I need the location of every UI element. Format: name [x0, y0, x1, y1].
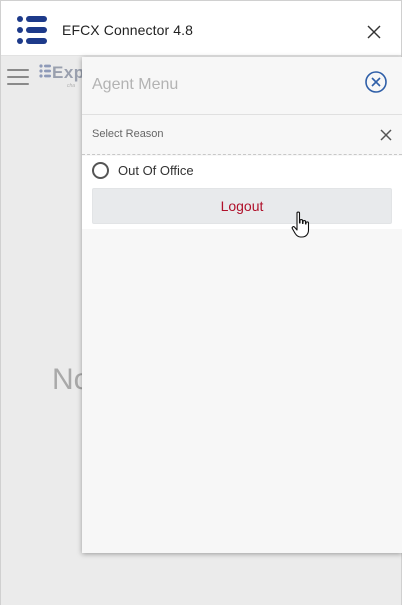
connector-window: EFCX Connector 4.8 Exp cha No Agent Menu	[0, 0, 402, 605]
reason-option-label: Out Of Office	[118, 162, 194, 178]
radio-button[interactable]	[92, 161, 109, 179]
logout-button[interactable]: Logout	[92, 188, 392, 224]
select-reason-bar: Select Reason	[82, 115, 402, 155]
brand-text: Exp	[52, 63, 85, 82]
agent-menu-title: Agent Menu	[92, 76, 179, 93]
close-icon	[367, 25, 381, 39]
reason-list: Out Of Office Logout	[82, 156, 402, 229]
window-close-button[interactable]	[361, 19, 387, 45]
brand-subtext: cha	[67, 83, 76, 89]
brand-dots-icon	[39, 64, 51, 78]
title-bar: EFCX Connector 4.8	[1, 1, 401, 56]
agent-menu-header: Agent Menu	[82, 57, 402, 115]
window-title: EFCX Connector 4.8	[62, 22, 193, 38]
agent-menu-panel: Agent Menu Select Reason Out Of Office L…	[82, 57, 402, 553]
reason-option-out-of-office[interactable]: Out Of Office	[92, 160, 194, 180]
hamburger-icon[interactable]	[7, 69, 29, 85]
expertflow-logo-icon	[17, 16, 47, 44]
close-icon[interactable]	[378, 127, 394, 143]
select-reason-label: Select Reason	[92, 128, 164, 140]
circle-x-icon[interactable]	[364, 70, 388, 94]
